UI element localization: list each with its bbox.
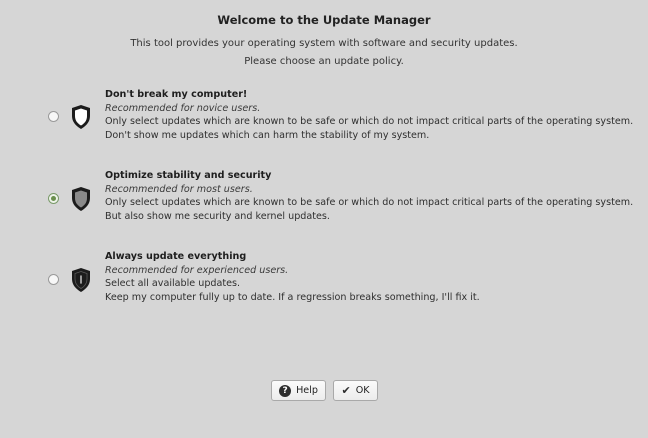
page-title: Welcome to the Update Manager: [217, 13, 431, 27]
help-icon: ?: [279, 384, 292, 397]
option-recommendation: Recommended for experienced users.: [105, 264, 289, 276]
policy-option-experienced[interactable]: Always update everything Recommended for…: [0, 250, 648, 322]
radio-experienced[interactable]: [48, 274, 59, 285]
radio-most[interactable]: [48, 193, 59, 204]
option-recommendation: Recommended for most users.: [105, 183, 253, 195]
option-description-1: Select all available updates.: [105, 278, 241, 289]
policy-option-most[interactable]: Optimize stability and security Recommen…: [0, 169, 648, 241]
option-title: Optimize stability and security: [105, 170, 272, 181]
shield-white-icon: [72, 105, 90, 129]
subtitle-line-1: This tool provides your operating system…: [130, 38, 518, 49]
option-description-1: Only select updates which are known to b…: [105, 197, 634, 208]
help-button-label: Help: [296, 385, 318, 396]
dialog-button-row: ? Help ✔ OK: [0, 380, 648, 402]
option-description-2: But also show me security and kernel upd…: [105, 210, 330, 222]
option-text-novice: Don't break my computer! Recommended for…: [105, 88, 633, 142]
option-title: Don't break my computer!: [105, 89, 248, 100]
option-text-experienced: Always update everything Recommended for…: [105, 250, 480, 304]
ok-button[interactable]: ✔ OK: [333, 380, 378, 401]
policy-option-novice[interactable]: Don't break my computer! Recommended for…: [0, 88, 648, 160]
option-description-2: Keep my computer fully up to date. If a …: [105, 291, 480, 303]
option-title: Always update everything: [105, 251, 247, 262]
checkmark-icon: ✔: [341, 383, 351, 397]
subtitle-line-2: Please choose an update policy.: [244, 56, 404, 67]
shield-black-icon: [72, 268, 90, 292]
option-description-1: Only select updates which are known to b…: [105, 116, 634, 127]
option-recommendation: Recommended for novice users.: [105, 102, 261, 114]
option-text-most: Optimize stability and security Recommen…: [105, 169, 633, 223]
option-description-2: Don't show me updates which can harm the…: [105, 129, 430, 141]
radio-novice[interactable]: [48, 111, 59, 122]
help-button[interactable]: ? Help: [271, 380, 326, 401]
shield-gray-icon: [72, 187, 90, 211]
ok-button-label: OK: [355, 385, 370, 396]
